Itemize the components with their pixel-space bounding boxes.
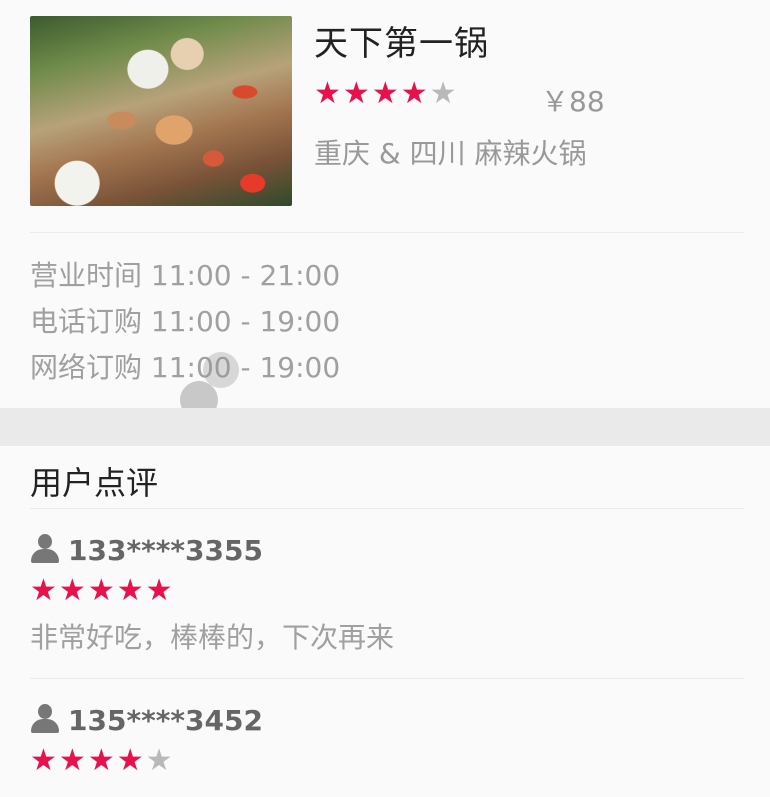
section-separator: [0, 408, 770, 446]
shop-category: 重庆 & 四川 麻辣火锅: [314, 137, 587, 170]
shop-detail-page: 天下第一锅 ★ ★ ★ ★ ★ ￥88 重庆 & 四川 麻辣火锅 营业时间 11:00 …: [0, 0, 770, 797]
review-rating-stars: ★ ★ ★ ★ ★: [30, 574, 744, 608]
star-empty-icon: ★: [429, 76, 457, 111]
star-filled-icon: ★: [116, 573, 144, 608]
business-hours-list: 营业时间 11:00 - 21:00 电话订购 11:00 - 19:00 网络…: [30, 256, 340, 394]
review-item: 133****3355 ★ ★ ★ ★ ★ 非常好吃，棒棒的，下次再来: [30, 530, 744, 656]
star-filled-icon: ★: [314, 76, 341, 111]
shop-price: ￥88: [541, 85, 605, 118]
star-filled-icon: ★: [342, 76, 370, 111]
reviews-title: 用户点评: [30, 464, 159, 502]
divider: [30, 678, 744, 679]
business-hours-row: 营业时间 11:00 - 21:00: [30, 259, 341, 292]
review-user: 135****3452: [30, 700, 744, 740]
star-filled-icon: ★: [400, 76, 428, 111]
shop-rating-stars: ★ ★ ★ ★ ★: [314, 77, 457, 111]
star-filled-icon: ★: [87, 573, 115, 608]
user-icon: [30, 704, 60, 736]
review-user: 133****3355: [30, 530, 744, 570]
review-username: 133****3355: [68, 533, 263, 567]
review-item: 135****3452 ★ ★ ★ ★ ★: [30, 700, 744, 786]
review-username: 135****3452: [68, 703, 263, 737]
divider: [30, 508, 744, 509]
star-filled-icon: ★: [145, 573, 173, 608]
star-filled-icon: ★: [371, 76, 399, 111]
star-filled-icon: ★: [116, 743, 144, 778]
star-filled-icon: ★: [30, 573, 57, 608]
phone-order-hours-row: 电话订购 11:00 - 19:00: [30, 305, 341, 338]
star-filled-icon: ★: [30, 743, 57, 778]
review-text: 非常好吃，棒棒的，下次再来: [30, 621, 395, 654]
star-filled-icon: ★: [87, 743, 115, 778]
shop-header-card: 天下第一锅 ★ ★ ★ ★ ★ ￥88 重庆 & 四川 麻辣火锅 营业时间 11:00 …: [0, 0, 770, 419]
shop-name: 天下第一锅: [314, 24, 489, 64]
review-rating-stars: ★ ★ ★ ★ ★: [30, 744, 744, 778]
user-icon: [30, 534, 60, 566]
divider: [30, 232, 744, 233]
star-filled-icon: ★: [58, 743, 86, 778]
star-empty-icon: ★: [145, 743, 173, 778]
star-filled-icon: ★: [58, 573, 86, 608]
shop-photo[interactable]: [30, 16, 292, 206]
reviews-section: 用户点评 133****3355 ★ ★ ★ ★ ★ 非常好吃，棒棒的，下次再来 135…: [0, 446, 770, 797]
